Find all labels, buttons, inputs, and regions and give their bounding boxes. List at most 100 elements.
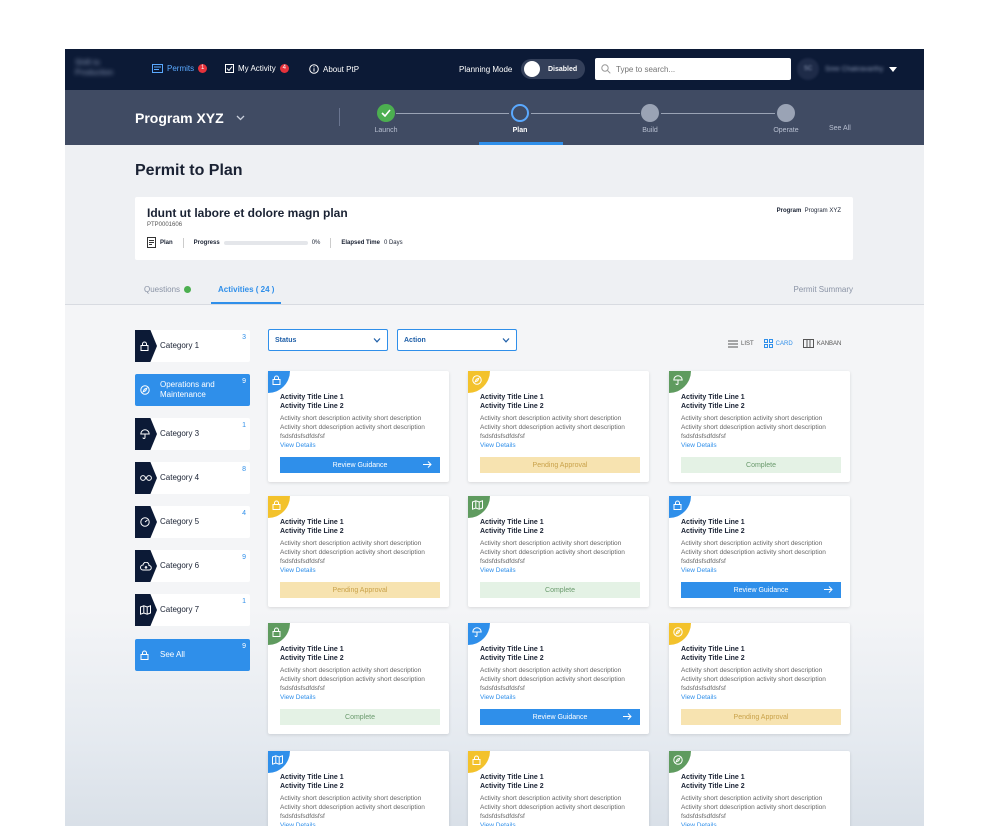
view-details-link[interactable]: View Details [280,694,316,701]
view-details-link[interactable]: View Details [480,822,516,826]
activity-description-line: fsdsfdsfsdfdsfsf [681,433,726,440]
review-guidance-button[interactable]: Review Guidance [480,709,640,725]
list-icon [728,340,738,348]
sidebar-item-category[interactable]: Category 7 1 [135,594,250,626]
activity-card[interactable]: Activity Title Line 1 Activity Title Line… [669,496,850,607]
view-details-link[interactable]: View Details [480,694,516,701]
view-kanban-button[interactable]: KANBAN [802,339,841,348]
plan-info-card: Idunt ut labore et dolore magn plan PTP0… [135,197,853,260]
view-details-link[interactable]: View Details [681,442,717,449]
planning-mode-label: Planning Mode [459,65,513,74]
action-filter-dropdown[interactable]: Action [397,329,517,351]
status-dot [184,286,192,293]
activity-description-line: Activity short description activity shor… [480,415,622,422]
chevron-down-icon [236,115,245,121]
activity-description-line: Activity short ddescription activity sho… [480,804,625,811]
activity-card[interactable]: Activity Title Line 1 Activity Title Line… [669,751,850,826]
tab-activities[interactable]: Activities ( 24 ) [218,285,274,294]
divider [339,108,340,126]
view-list-button[interactable]: LIST [728,339,754,348]
activity-description-line: Activity short description activity shor… [681,415,823,422]
nav-my-activity[interactable]: My Activity 4 [225,64,289,73]
program-selector[interactable]: Program XYZ [135,110,245,126]
app-logo[interactable]: Shift to Production [75,58,135,80]
compass-icon [669,751,691,773]
step-plan[interactable]: Plan [490,104,550,134]
nav-permits[interactable]: Permits 1 [152,64,208,73]
activity-card[interactable]: Activity Title Line 1 Activity Title Line… [669,371,850,482]
sidebar-item-see-all[interactable]: See All 9 [135,639,250,671]
pending-approval-status: Pending Approval [280,582,440,598]
activity-card[interactable]: Activity Title Line 1 Activity Title Line… [268,623,449,734]
sidebar-item-category[interactable]: Category 3 1 [135,418,250,450]
tab-permit-summary[interactable]: Permit Summary [793,285,853,294]
activity-card[interactable]: Activity Title Line 1 Activity Title Line… [468,371,649,482]
review-guidance-button[interactable]: Review Guidance [681,582,841,598]
view-details-link[interactable]: View Details [280,442,316,449]
planning-mode-toggle[interactable]: Disabled [521,59,585,79]
sidebar-item-category[interactable]: Operations and Maintenance 9 [135,374,250,406]
view-details-link[interactable]: View Details [280,567,316,574]
compass-icon [468,371,490,393]
sidebar-item-category[interactable]: Category 1 3 [135,330,250,362]
pending-approval-status: Pending Approval [480,457,640,473]
tab-questions[interactable]: Questions [144,285,192,294]
activity-description-line: Activity short ddescription activity sho… [480,424,625,431]
sidebar-item-label: Category 4 [160,473,200,482]
activity-description-line: fsdsfdsfsdfdsfsf [480,813,525,820]
view-details-link[interactable]: View Details [480,567,516,574]
permits-icon [152,64,163,73]
view-card-button[interactable]: CARD [763,339,793,348]
activity-title-line2: Activity Title Line 2 [480,783,544,790]
view-details-link[interactable]: View Details [681,694,717,701]
search-input[interactable] [616,64,776,74]
activity-card[interactable]: Activity Title Line 1 Activity Title Line… [468,496,649,607]
sidebar-item-label: Category 1 [160,341,200,350]
activity-title-line1: Activity Title Line 1 [681,646,745,653]
sidebar-item-category[interactable]: Category 4 8 [135,462,250,494]
activity-description-line: Activity short ddescription activity sho… [280,676,425,683]
nav-about[interactable]: About PtP [309,64,359,74]
chevron-down-icon [373,337,381,343]
status-filter-dropdown[interactable]: Status [268,329,388,351]
program-meta-label: Program [776,208,802,214]
map-icon [268,751,290,773]
lock-icon [468,751,490,773]
activity-card[interactable]: Activity Title Line 1 Activity Title Line… [268,751,449,826]
steps-see-all-link[interactable]: See All [829,125,851,132]
divider [330,237,332,248]
activity-description-line: Activity short ddescription activity sho… [280,424,425,431]
activity-description-line: Activity short ddescription activity sho… [681,804,826,811]
activity-title-line2: Activity Title Line 2 [480,655,544,662]
activity-card[interactable]: Activity Title Line 1 Activity Title Line… [468,751,649,826]
sidebar-item-category[interactable]: Category 5 4 [135,506,250,538]
document-icon [147,237,156,248]
umbrella-icon [468,623,490,645]
activity-card[interactable]: Activity Title Line 1 Activity Title Line… [268,496,449,607]
view-details-link[interactable]: View Details [681,567,717,574]
view-details-link[interactable]: View Details [280,822,316,826]
activity-card[interactable]: Activity Title Line 1 Activity Title Line… [468,623,649,734]
activity-description-line: Activity short description activity shor… [681,540,823,547]
sidebar-item-category[interactable]: Category 6 9 [135,550,250,582]
elapsed-label: Elapsed Time [341,239,380,246]
activity-description-line: Activity short description activity shor… [480,540,622,547]
step-build[interactable]: Build [620,104,680,134]
step-launch[interactable]: Launch [356,104,416,134]
activity-card[interactable]: Activity Title Line 1 Activity Title Line… [669,623,850,734]
user-menu[interactable]: SC Sree Chakravarthy [797,58,898,80]
review-guidance-label: Review Guidance [532,713,588,721]
sidebar-item-count: 9 [242,643,246,650]
activity-description-line: Activity short description activity shor… [280,667,422,674]
activity-card[interactable]: Activity Title Line 1 Activity Title Line… [268,371,449,482]
review-guidance-button[interactable]: Review Guidance [280,457,440,473]
activity-title-line2: Activity Title Line 2 [681,783,745,790]
nav-about-label: About PtP [323,64,360,74]
plan-id: PTP0001606 [147,222,183,228]
view-details-link[interactable]: View Details [681,822,717,826]
tab-questions-label: Questions [144,285,181,294]
activity-description-line: fsdsfdsfsdfdsfsf [681,813,726,820]
step-operate[interactable]: Operate [756,104,816,134]
view-details-link[interactable]: View Details [480,442,516,449]
search-box[interactable] [595,58,791,80]
